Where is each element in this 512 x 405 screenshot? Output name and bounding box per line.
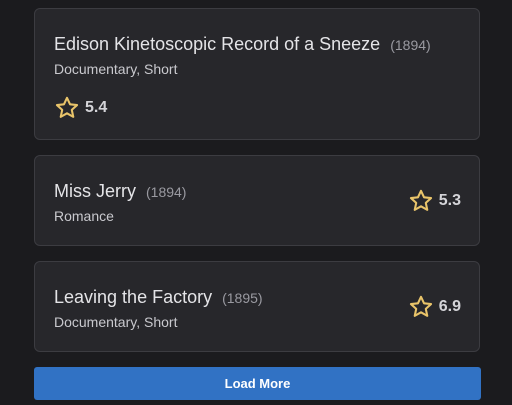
- movie-rating: 5.4: [54, 95, 107, 121]
- movie-genres: Romance: [54, 208, 114, 224]
- movie-year: (1895): [222, 290, 263, 306]
- movie-genres: Documentary, Short: [54, 61, 178, 77]
- rating-value: 6.9: [438, 298, 461, 315]
- rating-value: 5.4: [85, 99, 108, 116]
- rating-value: 5.3: [438, 192, 461, 209]
- load-more-button[interactable]: Load More: [34, 367, 481, 400]
- movie-title-row: Miss Jerry (1894): [54, 180, 186, 202]
- star-icon: [55, 96, 79, 118]
- star-icon: [409, 189, 432, 211]
- movie-rating: 6.9: [408, 294, 461, 320]
- movie-rating: 5.3: [408, 188, 461, 214]
- movie-title: Leaving the Factory: [54, 287, 213, 307]
- movie-title-row: Edison Kinetoscopic Record of a Sneeze (…: [54, 33, 431, 55]
- movie-year: (1894): [146, 184, 187, 200]
- movie-card[interactable]: Leaving the Factory (1895) Documentary, …: [34, 261, 480, 352]
- star-icon: [409, 295, 432, 317]
- movie-genres: Documentary, Short: [54, 314, 178, 330]
- movie-card[interactable]: Miss Jerry (1894) Romance 5.3: [34, 155, 480, 246]
- movie-card[interactable]: Edison Kinetoscopic Record of a Sneeze (…: [34, 8, 480, 140]
- movie-year: (1894): [390, 37, 431, 53]
- movie-title-row: Leaving the Factory (1895): [54, 286, 263, 308]
- movie-title: Miss Jerry: [54, 181, 136, 201]
- movie-list: Edison Kinetoscopic Record of a Sneeze (…: [0, 0, 512, 405]
- movie-title: Edison Kinetoscopic Record of a Sneeze: [54, 34, 381, 54]
